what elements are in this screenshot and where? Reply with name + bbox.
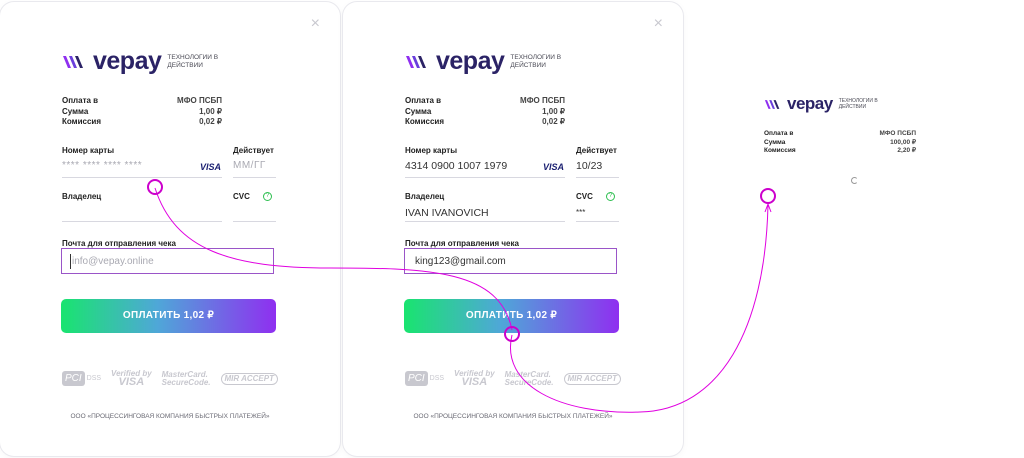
card-number-input[interactable]: 4314 0900 1007 1979 [405,160,507,172]
merchant-value: МФО ПСБП [520,96,565,105]
mir-accept-icon: MIR ACCEPT [220,372,278,385]
security-badges: PCI DSS Verified by VISA MasterCard. Secure… [62,369,278,388]
merchant-value: МФО ПСБП [879,130,916,137]
pay-button[interactable]: ОПЛАТИТЬ 1,02 ₽ [61,299,276,333]
holder-input[interactable]: IVAN IVANOVICH [405,207,489,219]
receipt-email-label: Почта для отправления чека [62,239,176,248]
text-caret [70,254,71,269]
cvc-label: CVC [233,192,250,201]
email-input[interactable]: king123@gmail.com [404,248,617,274]
amount-value: 1,00 ₽ [199,106,222,116]
brand-tagline: ТЕХНОЛОГИИ В ДЕЙСТВИИ [510,54,562,69]
email-placeholder: info@vepay.online [72,256,154,267]
mir-accept-icon: MIR ACCEPT [563,372,621,385]
pay-button[interactable]: ОПЛАТИТЬ 1,02 ₽ [404,299,619,333]
close-icon[interactable]: × [311,16,320,32]
receipt-email-label: Почта для отправления чека [405,239,519,248]
card-number-label: Номер карты [62,146,115,155]
holder-underline [405,221,565,222]
cvc-label: CVC [576,192,593,201]
cvc-input[interactable]: *** [576,208,585,217]
brand-tagline: ТЕХНОЛОГИИ В ДЕЙСТВИИ [167,54,219,69]
brand-logo: vepay ТЕХНОЛОГИИ В ДЕЙСТВИИ [62,47,227,76]
brand-tagline: ТЕХНОЛОГИИ В ДЕЙСТВИИ [838,98,878,110]
verified-by-visa-icon: Verified by VISA [111,369,152,388]
brand-name: vepay [93,47,162,75]
payment-to-label: Оплата в [764,130,794,137]
vepay-logo-icon [406,55,426,68]
fee-label: Комиссия [405,117,444,126]
amount-value: 1,00 ₽ [542,106,565,116]
payment-form-filled: × vepay ТЕХНОЛОГИИ В ДЕЙСТВИИ Оплата в МФ… [343,2,683,456]
cvc-underline [576,221,619,222]
mastercard-securecode-icon: MasterCard. SecureCode. [161,369,211,387]
close-icon[interactable]: × [654,16,663,32]
visa-icon: VISA [543,162,565,172]
payment-to-label: Оплата в [405,96,442,105]
card-number-underline [405,177,565,178]
valid-thru-label: Действует [233,146,274,155]
brand-name: vepay [787,94,833,113]
card-number-input[interactable]: **** **** **** **** [62,160,142,171]
fee-label: Комиссия [62,117,101,126]
expiry-input[interactable]: 10/23 [576,160,602,172]
amount-label: Сумма [62,106,89,116]
footer-company: ООО «ПРОЦЕССИНГОВАЯ КОМПАНИЯ БЫСТРЫХ ПЛА… [413,413,613,420]
payment-info: Оплата в МФО ПСБП Сумма 100,00 ₽ Комиссия 2… [764,130,916,156]
expiry-underline [233,177,276,178]
brand-name: vepay [436,47,505,75]
holder-label: Владелец [405,192,445,201]
amount-value: 100,00 ₽ [890,138,916,146]
cvc-input[interactable] [233,221,276,222]
payment-to-label: Оплата в [62,96,99,105]
pci-dss-icon: PCI DSS [62,371,101,386]
valid-thru-label: Действует [576,146,617,155]
verified-by-visa-icon: Verified by VISA [454,369,495,388]
amount-label: Сумма [764,138,786,146]
holder-input[interactable] [62,221,222,222]
fee-label: Комиссия [764,147,796,154]
pci-dss-icon: PCI DSS [405,371,444,386]
vepay-logo-icon [764,99,780,109]
expiry-input[interactable]: ММ/ГГ [233,160,266,171]
cvc-help-icon[interactable]: ? [606,192,615,201]
cvc-help-icon[interactable]: ? [263,192,272,201]
brand-logo: vepay ТЕХНОЛОГИИ В ДЕЙСТВИИ [764,94,884,114]
card-number-label: Номер карты [405,146,458,155]
merchant-value: МФО ПСБП [177,96,222,105]
fee-value: 0,02 ₽ [542,117,565,126]
visa-icon: VISA [200,162,222,172]
email-input[interactable]: info@vepay.online [61,248,274,274]
amount-label: Сумма [405,106,432,116]
loading-spinner-icon [851,177,858,184]
footer-company: ООО «ПРОЦЕССИНГОВАЯ КОМПАНИЯ БЫСТРЫХ ПЛА… [70,413,270,420]
fee-value: 2,20 ₽ [897,147,916,154]
card-number-underline [62,177,222,178]
expiry-underline [576,177,619,178]
security-badges: PCI DSS Verified by VISA MasterCard. Secure… [405,369,621,388]
payment-info: Оплата в МФО ПСБП Сумма 1,00 ₽ Комиссия 0,0… [62,96,222,128]
payment-form-empty: × vepay ТЕХНОЛОГИИ В ДЕЙСТВИИ Оплата в МФ… [0,2,340,456]
fee-value: 0,02 ₽ [199,117,222,126]
payment-processing: vepay ТЕХНОЛОГИИ В ДЕЙСТВИИ Оплата в МФО … [700,2,1020,456]
email-value: king123@gmail.com [415,256,506,267]
brand-logo: vepay ТЕХНОЛОГИИ В ДЕЙСТВИИ [405,47,570,76]
holder-label: Владелец [62,192,102,201]
vepay-logo-icon [63,55,83,68]
mastercard-securecode-icon: MasterCard. SecureCode. [504,369,554,387]
payment-info: Оплата в МФО ПСБП Сумма 1,00 ₽ Комиссия 0,0… [405,96,565,128]
